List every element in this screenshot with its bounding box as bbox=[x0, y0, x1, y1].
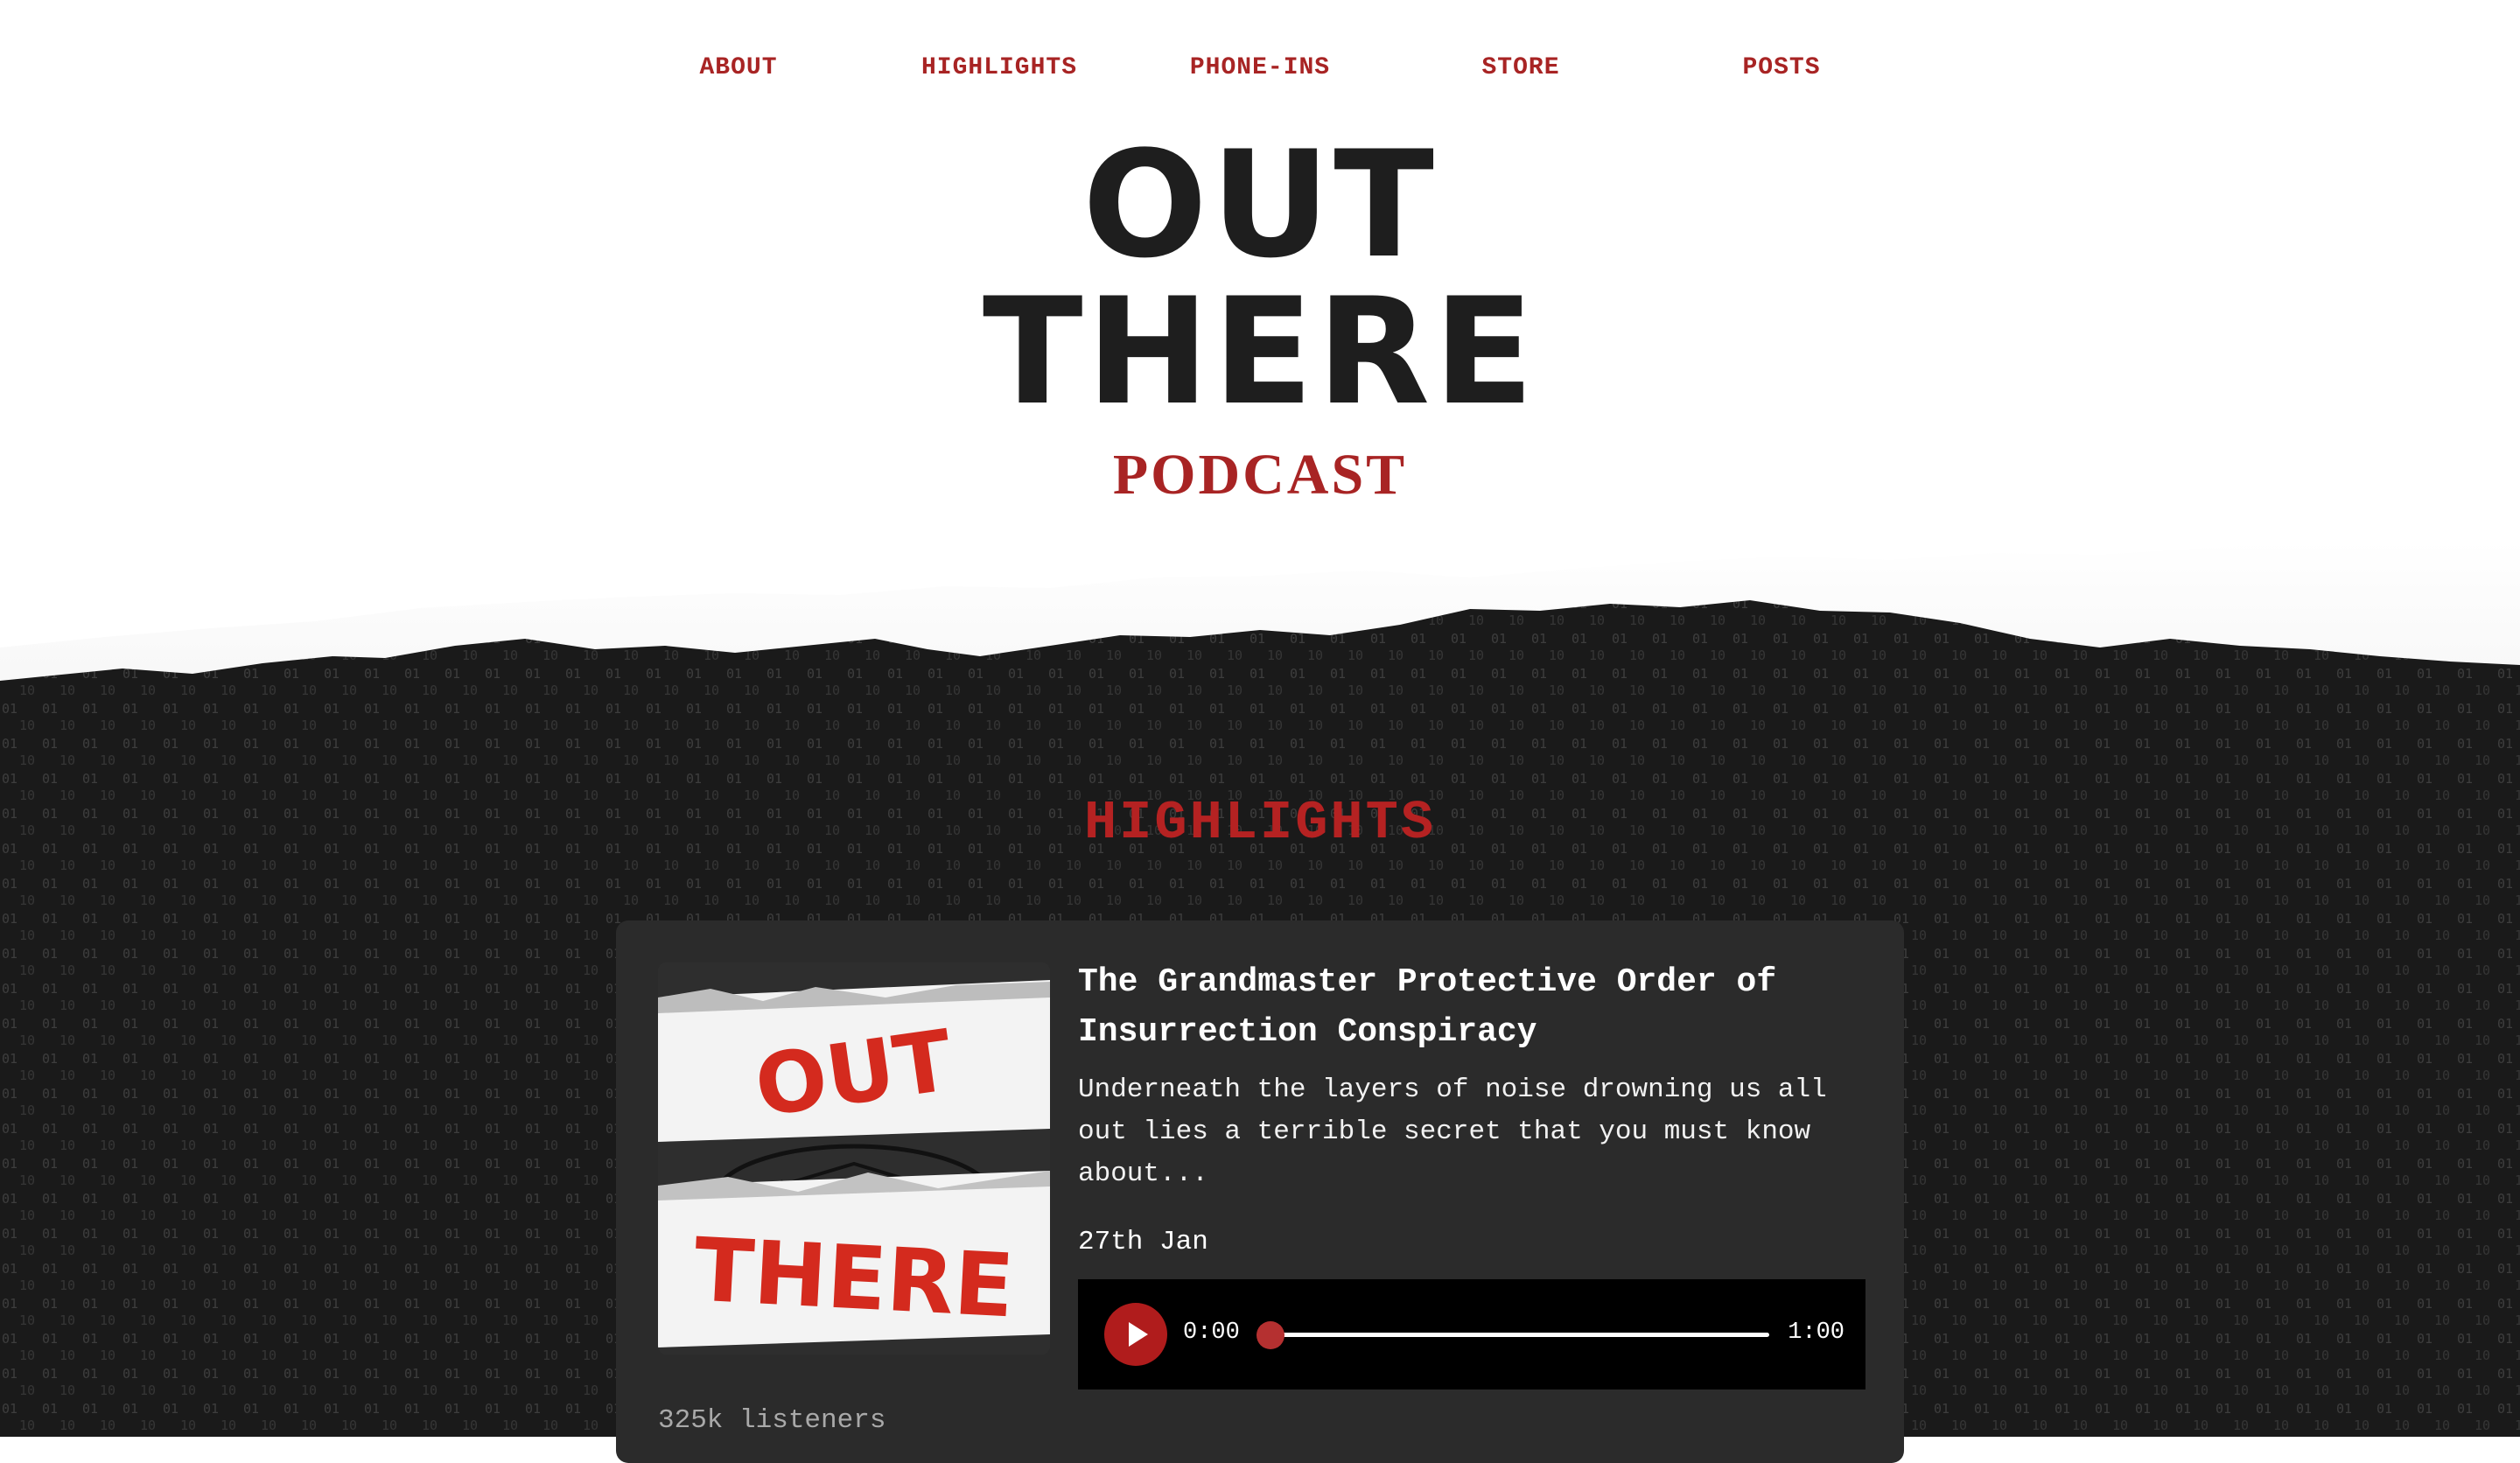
highlights-heading: HIGHLIGHTS bbox=[1083, 792, 1437, 854]
nav-store[interactable]: STORE bbox=[1481, 54, 1559, 81]
episode-artwork[interactable]: OUT THERE bbox=[658, 962, 1050, 1354]
progress-track[interactable] bbox=[1256, 1321, 1769, 1349]
play-button[interactable] bbox=[1104, 1303, 1167, 1366]
duration: 1:00 bbox=[1788, 1320, 1844, 1346]
nav-about[interactable]: ABOUT bbox=[699, 54, 777, 81]
episode-date: 27th Jan bbox=[1078, 1227, 1208, 1257]
episode-title[interactable]: The Grandmaster Protective Order of Insu… bbox=[1078, 957, 1866, 1057]
logo-line-there: THERE bbox=[982, 266, 1538, 438]
listener-count: 325k listeners bbox=[658, 1405, 886, 1436]
progress-thumb[interactable] bbox=[1256, 1321, 1284, 1349]
logo-line-out: OUT bbox=[1082, 119, 1438, 290]
current-time: 0:00 bbox=[1183, 1320, 1240, 1346]
artwork-line-there: THERE bbox=[691, 1219, 1016, 1338]
episode-description: Underneath the layers of noise drowning … bbox=[1078, 1074, 1827, 1189]
episode-card: OUT THERE The Grandmaster Protective Ord… bbox=[616, 920, 1904, 1463]
nav-highlights[interactable]: HIGHLIGHTS bbox=[921, 54, 1077, 81]
top-nav: ABOUT HIGHLIGHTS PHONE-INS STORE POSTS bbox=[0, 54, 2520, 98]
audio-player: 0:00 1:00 bbox=[1078, 1279, 1866, 1390]
nav-posts[interactable]: POSTS bbox=[1742, 54, 1820, 81]
nav-phone-ins[interactable]: PHONE-INS bbox=[1190, 54, 1330, 81]
episode-artwork-image: OUT THERE bbox=[658, 962, 1050, 1354]
logo-subtitle: PODCAST bbox=[1112, 443, 1408, 507]
